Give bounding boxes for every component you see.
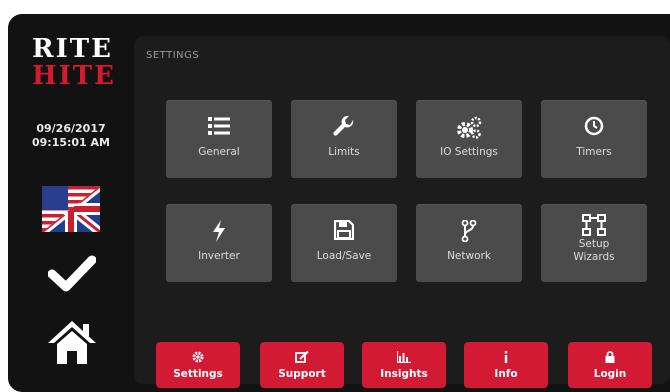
nav-info-button[interactable]: Info xyxy=(464,342,548,388)
nav-insights-button[interactable]: Insights xyxy=(362,342,446,388)
page-title: SETTINGS xyxy=(146,50,200,61)
setup-wizards-label-line1: Setup xyxy=(578,238,610,250)
nav-info-label: Info xyxy=(494,368,518,380)
nav-insights-label: Insights xyxy=(380,368,428,380)
sidebar: RITE HITE 09/26/2017 09:15:01 AM xyxy=(8,14,134,392)
wrench-icon xyxy=(291,116,397,140)
gear-icon xyxy=(156,351,240,365)
info-icon xyxy=(464,351,548,365)
timers-button[interactable]: Timers xyxy=(541,100,647,178)
network-fork-icon xyxy=(416,220,522,244)
general-button[interactable]: General xyxy=(166,100,272,178)
setup-wizards-button-label: Setup Wizards xyxy=(541,238,647,264)
brand-logo-line1: RITE xyxy=(32,34,113,64)
inverter-button-label: Inverter xyxy=(198,250,240,262)
nav-login-button[interactable]: Login xyxy=(568,342,652,388)
timers-button-label: Timers xyxy=(576,146,612,158)
current-date: 09/26/2017 xyxy=(36,122,106,135)
load-save-button-label: Load/Save xyxy=(316,250,372,262)
io-settings-button-label: IO Settings xyxy=(440,146,498,158)
nav-support-button[interactable]: Support xyxy=(260,342,344,388)
inverter-button[interactable]: Inverter xyxy=(166,204,272,282)
bar-chart-icon xyxy=(362,351,446,365)
nav-support-label: Support xyxy=(278,368,326,380)
settings-panel: SETTINGS General Limits IO Settings Time… xyxy=(134,36,670,388)
edit-icon xyxy=(260,351,344,365)
limits-button[interactable]: Limits xyxy=(291,100,397,178)
io-settings-button[interactable]: IO Settings xyxy=(416,100,522,178)
clock-display: 09/26/2017 09:15:01 AM xyxy=(18,122,124,150)
us-uk-flag-icon[interactable] xyxy=(42,186,100,232)
limits-button-label: Limits xyxy=(328,146,360,158)
current-time: 09:15:01 AM xyxy=(31,136,110,149)
clock-icon xyxy=(541,116,647,140)
network-button[interactable]: Network xyxy=(416,204,522,282)
load-save-button[interactable]: Load/Save xyxy=(291,204,397,282)
setup-wizards-button[interactable]: Setup Wizards xyxy=(541,204,647,282)
nav-settings-label: Settings xyxy=(173,368,223,380)
brand-logo: RITE HITE xyxy=(32,34,116,91)
list-icon xyxy=(166,116,272,140)
lock-icon xyxy=(568,351,652,365)
lightning-icon xyxy=(166,220,272,244)
network-button-label: Network xyxy=(447,250,491,262)
floppy-disk-icon xyxy=(291,220,397,244)
gears-icon xyxy=(416,116,522,140)
flowchart-icon xyxy=(541,214,647,238)
hmi-screen: RITE HITE 09/26/2017 09:15:01 AM SETTING… xyxy=(8,14,670,392)
nav-login-label: Login xyxy=(593,368,627,380)
nav-settings-button[interactable]: Settings xyxy=(156,342,240,388)
general-button-label: General xyxy=(198,146,240,158)
setup-wizards-label-line2: Wizards xyxy=(573,251,615,263)
checkmark-icon[interactable] xyxy=(47,254,97,294)
home-icon[interactable] xyxy=(46,318,98,366)
brand-logo-line2: HITE xyxy=(32,61,116,91)
